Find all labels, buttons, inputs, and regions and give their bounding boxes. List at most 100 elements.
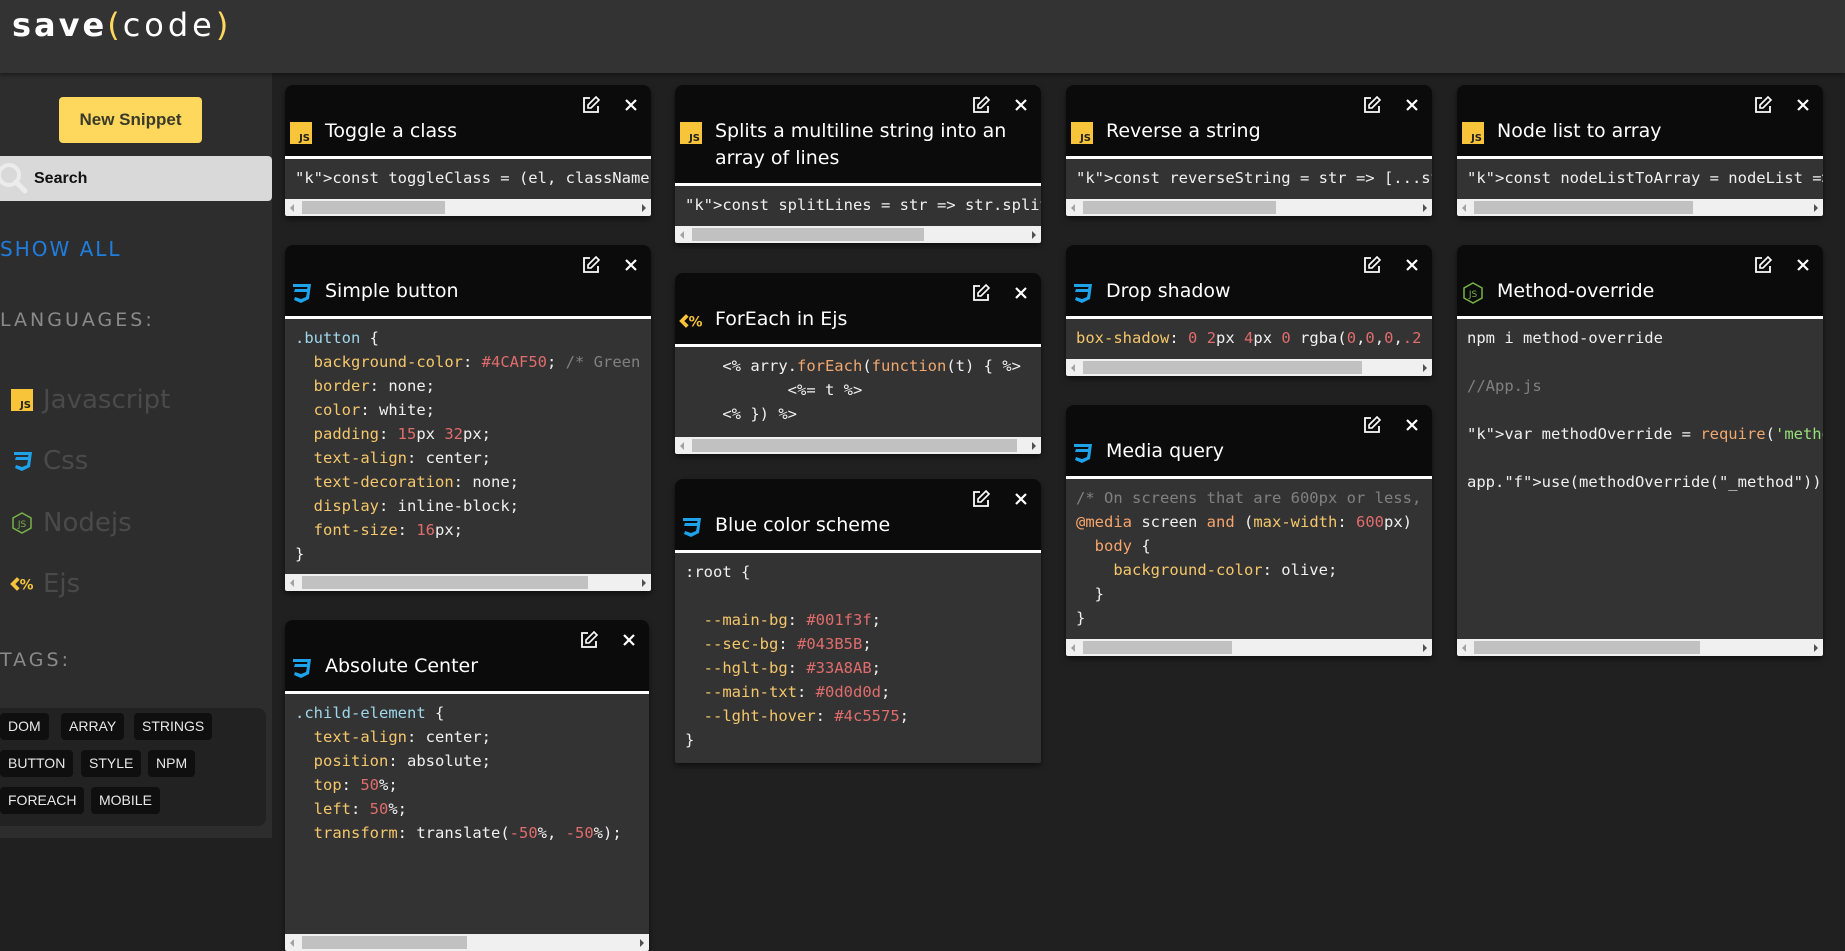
scroll-right-arrow[interactable] <box>1423 204 1427 212</box>
code-block[interactable]: "k">const splitLines = str => str.split(… <box>675 186 1041 226</box>
snippet-card[interactable]: Blue color scheme :root { --main-bg: #00… <box>675 479 1041 763</box>
app-logo[interactable]: save(code) <box>12 6 231 44</box>
scrollbar-thumb[interactable] <box>1474 641 1700 654</box>
edit-icon[interactable] <box>581 95 601 115</box>
scroll-left-arrow[interactable] <box>680 231 684 239</box>
code-block[interactable]: :root { --main-bg: #001f3f; --sec-bg: #0… <box>675 553 1041 763</box>
code-block[interactable]: /* On screens that are 600px or less, @m… <box>1066 479 1432 639</box>
snippet-card[interactable]: JS Method-override npm i method-override… <box>1457 245 1823 656</box>
edit-icon[interactable] <box>971 95 991 115</box>
scroll-left-arrow[interactable] <box>1462 204 1466 212</box>
close-icon[interactable] <box>1402 255 1422 275</box>
horizontal-scrollbar[interactable] <box>285 574 651 591</box>
scrollbar-thumb[interactable] <box>692 439 1017 452</box>
scroll-right-arrow[interactable] <box>1814 644 1818 652</box>
tag-npm[interactable]: NPM <box>148 750 196 777</box>
snippet-card[interactable]: Absolute Center .child-element { text-al… <box>285 620 649 951</box>
edit-icon[interactable] <box>1753 255 1773 275</box>
snippet-card[interactable]: Simple button .button { background-color… <box>285 245 651 591</box>
language-filter-javascript[interactable]: JS Javascript <box>10 380 170 420</box>
scroll-right-arrow[interactable] <box>1032 231 1036 239</box>
scroll-left-arrow[interactable] <box>680 442 684 450</box>
scrollbar-thumb[interactable] <box>302 201 445 214</box>
close-icon[interactable] <box>1011 489 1031 509</box>
snippet-card[interactable]: JS Toggle a class "k">const toggleClass … <box>285 85 651 216</box>
language-filter-ejs[interactable]: % Ejs <box>10 564 80 604</box>
snippet-card[interactable]: Drop shadow box-shadow: 0 2px 4px 0 rgba… <box>1066 245 1432 376</box>
scroll-left-arrow[interactable] <box>290 204 294 212</box>
scrollbar-thumb[interactable] <box>302 576 588 589</box>
edit-icon[interactable] <box>1362 255 1382 275</box>
scroll-right-arrow[interactable] <box>1814 204 1818 212</box>
code-block[interactable]: "k">const nodeListToArray = nodeList => … <box>1457 159 1823 199</box>
horizontal-scrollbar[interactable] <box>285 934 649 951</box>
horizontal-scrollbar[interactable] <box>675 437 1041 454</box>
close-icon[interactable] <box>1793 95 1813 115</box>
snippet-card[interactable]: JS Node list to array "k">const nodeList… <box>1457 85 1823 216</box>
tag-foreach[interactable]: FOREACH <box>0 787 85 814</box>
scroll-left-arrow[interactable] <box>1071 364 1075 372</box>
snippet-card[interactable]: % ForEach in Ejs <% arry.forEach(functio… <box>675 273 1041 454</box>
tag-array[interactable]: ARRAY <box>61 713 125 740</box>
snippet-card[interactable]: Media query /* On screens that are 600px… <box>1066 405 1432 656</box>
language-filter-css[interactable]: Css <box>10 441 88 481</box>
tag-mobile[interactable]: MOBILE <box>91 787 160 814</box>
scroll-right-arrow[interactable] <box>640 939 644 947</box>
code-block[interactable]: .child-element { text-align: center; pos… <box>285 694 649 934</box>
tag-strings[interactable]: STRINGS <box>134 713 213 740</box>
horizontal-scrollbar[interactable] <box>1457 199 1823 216</box>
edit-icon[interactable] <box>971 489 991 509</box>
edit-icon[interactable] <box>581 255 601 275</box>
scrollbar-thumb[interactable] <box>1083 361 1362 374</box>
scroll-right-arrow[interactable] <box>1423 364 1427 372</box>
language-filter-nodejs[interactable]: JS Nodejs <box>10 503 132 543</box>
close-icon[interactable] <box>619 630 639 650</box>
show-all-link[interactable]: SHOW ALL <box>0 237 122 261</box>
tag-button[interactable]: BUTTON <box>0 750 74 777</box>
scrollbar-thumb[interactable] <box>302 936 467 949</box>
edit-icon[interactable] <box>579 630 599 650</box>
scrollbar-thumb[interactable] <box>1083 641 1232 654</box>
new-snippet-button[interactable]: New Snippet <box>59 97 202 143</box>
horizontal-scrollbar[interactable] <box>675 226 1041 243</box>
edit-icon[interactable] <box>1753 95 1773 115</box>
scroll-right-arrow[interactable] <box>1032 442 1036 450</box>
snippet-card[interactable]: JS Splits a multiline string into an arr… <box>675 85 1041 243</box>
scroll-left-arrow[interactable] <box>1071 644 1075 652</box>
code-block[interactable]: box-shadow: 0 2px 4px 0 rgba(0,0,0,.2 <box>1066 319 1432 359</box>
scrollbar-thumb[interactable] <box>1083 201 1276 214</box>
scroll-right-arrow[interactable] <box>1423 644 1427 652</box>
code-block[interactable]: npm i method-override //App.js "k">var m… <box>1457 319 1823 639</box>
close-icon[interactable] <box>1402 95 1422 115</box>
code-block[interactable]: <% arry.forEach(function(t) { %> <%= t %… <box>675 347 1041 437</box>
tag-style[interactable]: STYLE <box>81 750 142 777</box>
code-block[interactable]: "k">const toggleClass = (el, className) … <box>285 159 651 199</box>
tag-dom[interactable]: DOM <box>0 713 49 740</box>
scroll-left-arrow[interactable] <box>1071 204 1075 212</box>
scroll-left-arrow[interactable] <box>1462 644 1466 652</box>
horizontal-scrollbar[interactable] <box>1066 639 1432 656</box>
horizontal-scrollbar[interactable] <box>1066 359 1432 376</box>
scrollbar-thumb[interactable] <box>692 228 924 241</box>
close-icon[interactable] <box>621 95 641 115</box>
close-icon[interactable] <box>1011 283 1031 303</box>
scroll-left-arrow[interactable] <box>290 579 294 587</box>
code-block[interactable]: "k">const reverseString = str => [...str… <box>1066 159 1432 199</box>
search-input[interactable] <box>34 156 264 201</box>
snippet-card[interactable]: JS Reverse a string "k">const reverseStr… <box>1066 85 1432 216</box>
scroll-right-arrow[interactable] <box>642 579 646 587</box>
close-icon[interactable] <box>1793 255 1813 275</box>
horizontal-scrollbar[interactable] <box>285 199 651 216</box>
edit-icon[interactable] <box>971 283 991 303</box>
scroll-left-arrow[interactable] <box>290 939 294 947</box>
horizontal-scrollbar[interactable] <box>1066 199 1432 216</box>
code-block[interactable]: .button { background-color: #4CAF50; /* … <box>285 319 651 574</box>
scrollbar-thumb[interactable] <box>1474 201 1693 214</box>
close-icon[interactable] <box>621 255 641 275</box>
horizontal-scrollbar[interactable] <box>1457 639 1823 656</box>
edit-icon[interactable] <box>1362 95 1382 115</box>
edit-icon[interactable] <box>1362 415 1382 435</box>
scroll-right-arrow[interactable] <box>642 204 646 212</box>
close-icon[interactable] <box>1011 95 1031 115</box>
close-icon[interactable] <box>1402 415 1422 435</box>
